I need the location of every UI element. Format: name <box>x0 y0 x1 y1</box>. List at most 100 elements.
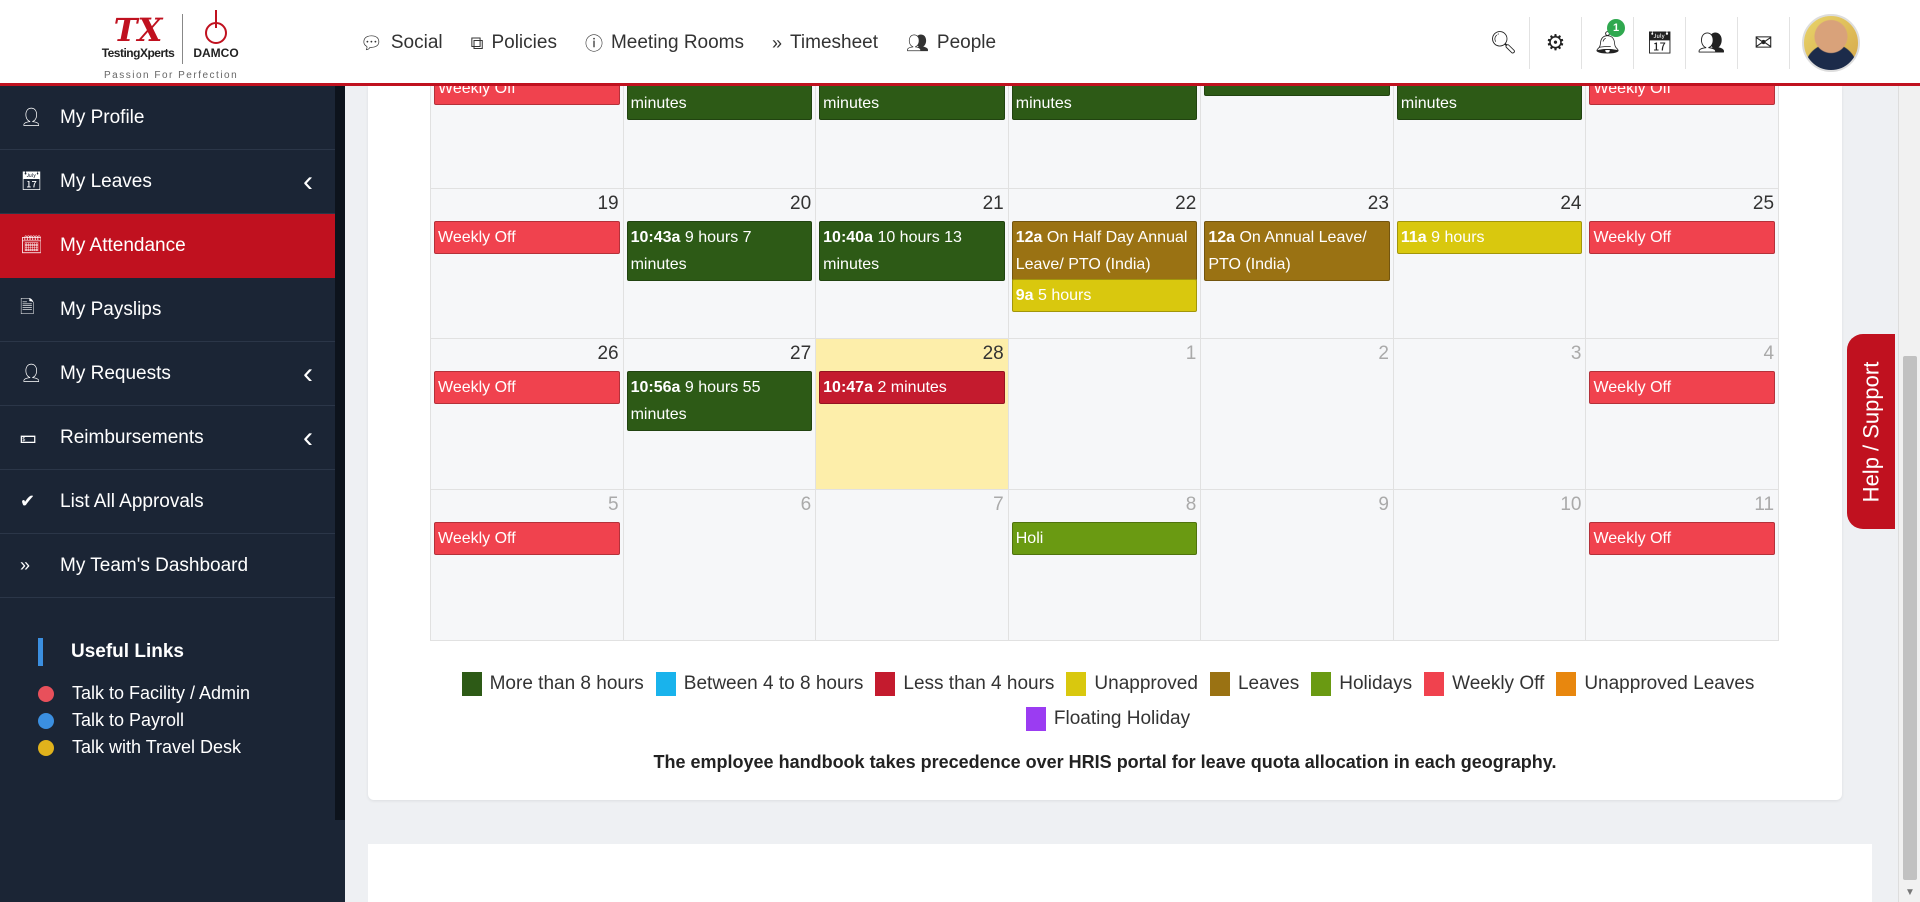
page-scrollbar[interactable]: ▲ ▼ <box>1898 0 1920 902</box>
calendar-week: 26 Weekly Off 27 10:56a 9 hours 55 minutes 2… <box>431 339 1780 490</box>
calendar-event[interactable]: 11a 9 hours <box>1396 221 1583 254</box>
calendar-day[interactable]: 7 <box>816 490 1009 640</box>
calendar-day[interactable]: 11 Weekly Off <box>1586 490 1780 640</box>
calendar-event[interactable]: Weekly Off <box>1589 522 1776 555</box>
search-button[interactable]: 🔍︎ <box>1478 17 1530 69</box>
handbook-note: The employee handbook takes precedence o… <box>653 752 1557 772</box>
calendar-day[interactable]: 21 10:40a 10 hours 13 minutes <box>816 189 1009 338</box>
legend-label: Unapproved Leaves <box>1584 673 1755 694</box>
calendar-day[interactable]: 5 Weekly Off <box>431 490 624 640</box>
legend-swatch <box>1311 672 1332 696</box>
calendar-day[interactable] <box>1201 76 1394 188</box>
user-avatar[interactable] <box>1802 14 1860 72</box>
calendar-day[interactable]: 25 Weekly Off <box>1586 189 1780 338</box>
useful-link[interactable]: Talk with Travel Desk <box>38 734 345 761</box>
money-icon: 💵︎ <box>20 427 37 447</box>
sidebar-item-list-all-approvals[interactable]: ✔ List All Approvals <box>0 470 345 534</box>
nav-item-people[interactable]: 👥︎ People <box>906 30 996 56</box>
sidebar-scrollbar[interactable] <box>335 86 345 820</box>
calendar-event[interactable]: Weekly Off <box>1589 371 1776 404</box>
scroll-down-arrow[interactable]: ▼ <box>1905 887 1915 898</box>
day-number: 7 <box>993 494 1004 515</box>
nav-item-timesheet[interactable]: » Timesheet <box>772 30 878 56</box>
nav-item-policies[interactable]: ⧉ Policies <box>471 30 557 56</box>
useful-link-label: Talk to Facility / Admin <box>72 683 251 703</box>
useful-links-title: Useful Links <box>38 638 345 666</box>
calendar-event[interactable]: Holi <box>1011 522 1198 555</box>
calendar-event[interactable]: Weekly Off <box>434 522 620 555</box>
calendar-event[interactable]: 9a 5 hours <box>1011 279 1198 312</box>
sidebar-item-my-profile[interactable]: 👤︎ My Profile <box>0 86 345 150</box>
day-number: 24 <box>1560 193 1582 214</box>
calendar-day[interactable]: 27 10:56a 9 hours 55 minutes <box>623 339 817 489</box>
calendar-day[interactable]: 9 <box>1201 490 1394 640</box>
sidebar-item-my-team-s-dashboard[interactable]: » My Team's Dashboard <box>0 534 345 598</box>
calendar-day[interactable]: minutes <box>816 60 1009 188</box>
chevron-left-icon[interactable]: ‹ <box>303 357 313 391</box>
calendar-day[interactable]: minutes <box>1008 60 1202 188</box>
sidebar-item-my-leaves[interactable]: 📅︎ My Leaves ‹ <box>0 150 345 214</box>
calendar-day[interactable]: Weekly Off <box>1586 72 1780 188</box>
calendar-day[interactable]: 26 Weekly Off <box>431 339 624 489</box>
legend-label: More than 8 hours <box>489 673 644 694</box>
scrollbar-thumb[interactable] <box>1903 356 1917 880</box>
calendar-day[interactable]: minutes <box>1393 60 1587 188</box>
calendar-button[interactable]: 📅︎ <box>1634 17 1686 69</box>
calendar-day[interactable]: 10 <box>1393 490 1587 640</box>
chevron-left-icon[interactable]: ‹ <box>303 421 313 455</box>
day-number: 26 <box>597 343 619 364</box>
messages-button[interactable]: ✉ <box>1738 17 1790 69</box>
calendar-event[interactable]: 10:40a 10 hours 13 minutes <box>819 221 1005 281</box>
team-button[interactable]: 👥︎ <box>1686 17 1738 69</box>
calendar-day[interactable]: 28 10:47a 2 minutes <box>816 339 1009 489</box>
notifications-button[interactable]: 🔔︎ 1 <box>1582 17 1634 69</box>
legend-item: Unapproved Leaves <box>1556 670 1754 698</box>
calendar-week: Weekly Off minutes minutes minutes minutes We… <box>431 60 1780 189</box>
calendar-event[interactable]: 10:56a 9 hours 55 minutes <box>626 371 813 431</box>
calendar-event[interactable]: 12a On Annual Leave/ PTO (India) <box>1204 221 1390 281</box>
damco-name: DAMCO <box>193 46 239 60</box>
sidebar-item-my-payslips[interactable]: 🗎 My Payslips <box>0 278 345 342</box>
calendar-day[interactable]: 1 <box>1008 339 1202 489</box>
legend-item: Unapproved <box>1066 670 1198 698</box>
next-panel <box>368 844 1872 902</box>
dot-icon <box>38 712 54 729</box>
calendar-event[interactable]: Weekly Off <box>434 371 620 404</box>
calendar-day[interactable]: minutes <box>623 60 817 188</box>
sidebar-item-my-attendance[interactable]: 🗓︎ My Attendance <box>0 214 345 278</box>
useful-link[interactable]: Talk to Payroll <box>38 707 345 734</box>
calendar-day[interactable]: Weekly Off <box>431 72 624 188</box>
sidebar-item-my-requests[interactable]: 👤︎ My Requests ‹ <box>0 342 345 406</box>
top-header: TX TestingXperts DAMCO Passion For Perfe… <box>0 0 1920 86</box>
settings-button[interactable]: ⚙ <box>1530 17 1582 69</box>
calendar-event[interactable]: 12a On Half Day Annual Leave/ PTO (India… <box>1011 221 1198 281</box>
calendar-day[interactable]: 20 10:43a 9 hours 7 minutes <box>623 189 817 338</box>
legend-label: Floating Holiday <box>1053 708 1191 729</box>
chevron-left-icon[interactable]: ‹ <box>303 165 313 199</box>
sidebar-item-label: My Attendance <box>60 234 186 256</box>
nav-item-social[interactable]: 💬︎ Social <box>360 30 443 56</box>
sidebar-item-reimbursements[interactable]: 💵︎ Reimbursements ‹ <box>0 406 345 470</box>
calendar-day[interactable]: 19 Weekly Off <box>431 189 624 338</box>
company-logo[interactable]: TX TestingXperts DAMCO Passion For Perfe… <box>98 10 244 82</box>
help-support-tab[interactable]: Help / Support <box>1847 334 1895 529</box>
nav-item-meeting-rooms[interactable]: ⓘ Meeting Rooms <box>585 30 744 56</box>
useful-link-label: Talk to Payroll <box>72 710 185 730</box>
calendar-day[interactable]: 8 Holi <box>1008 490 1202 640</box>
sidebar-item-label: My Payslips <box>60 298 162 320</box>
calendar-event[interactable]: 10:43a 9 hours 7 minutes <box>626 221 813 281</box>
calendar-day[interactable]: 2 <box>1201 339 1394 489</box>
calendar-event[interactable]: Weekly Off <box>434 221 620 254</box>
calendar-day[interactable]: 22 12a On Half Day Annual Leave/ PTO (Ind… <box>1008 189 1202 338</box>
calendar-event[interactable]: 10:47a 2 minutes <box>819 371 1005 404</box>
useful-link[interactable]: Talk to Facility / Admin <box>38 680 345 707</box>
calendar-day[interactable]: 4 Weekly Off <box>1586 339 1780 489</box>
calendar-day[interactable]: 6 <box>623 490 817 640</box>
calendar-day[interactable]: 3 <box>1393 339 1587 489</box>
calendar-event[interactable]: Weekly Off <box>1589 221 1776 254</box>
useful-links-list: Talk to Facility / Admin Talk to Payroll T… <box>38 680 345 761</box>
calendar-day[interactable]: 24 11a 9 hours <box>1393 189 1587 338</box>
event-time: 12a <box>1015 229 1043 246</box>
calendar-week: 5 Weekly Off 6 7 8 Holi 9 10 11 Weekly Off <box>431 490 1780 641</box>
calendar-day[interactable]: 23 12a On Annual Leave/ PTO (India) <box>1201 189 1394 338</box>
